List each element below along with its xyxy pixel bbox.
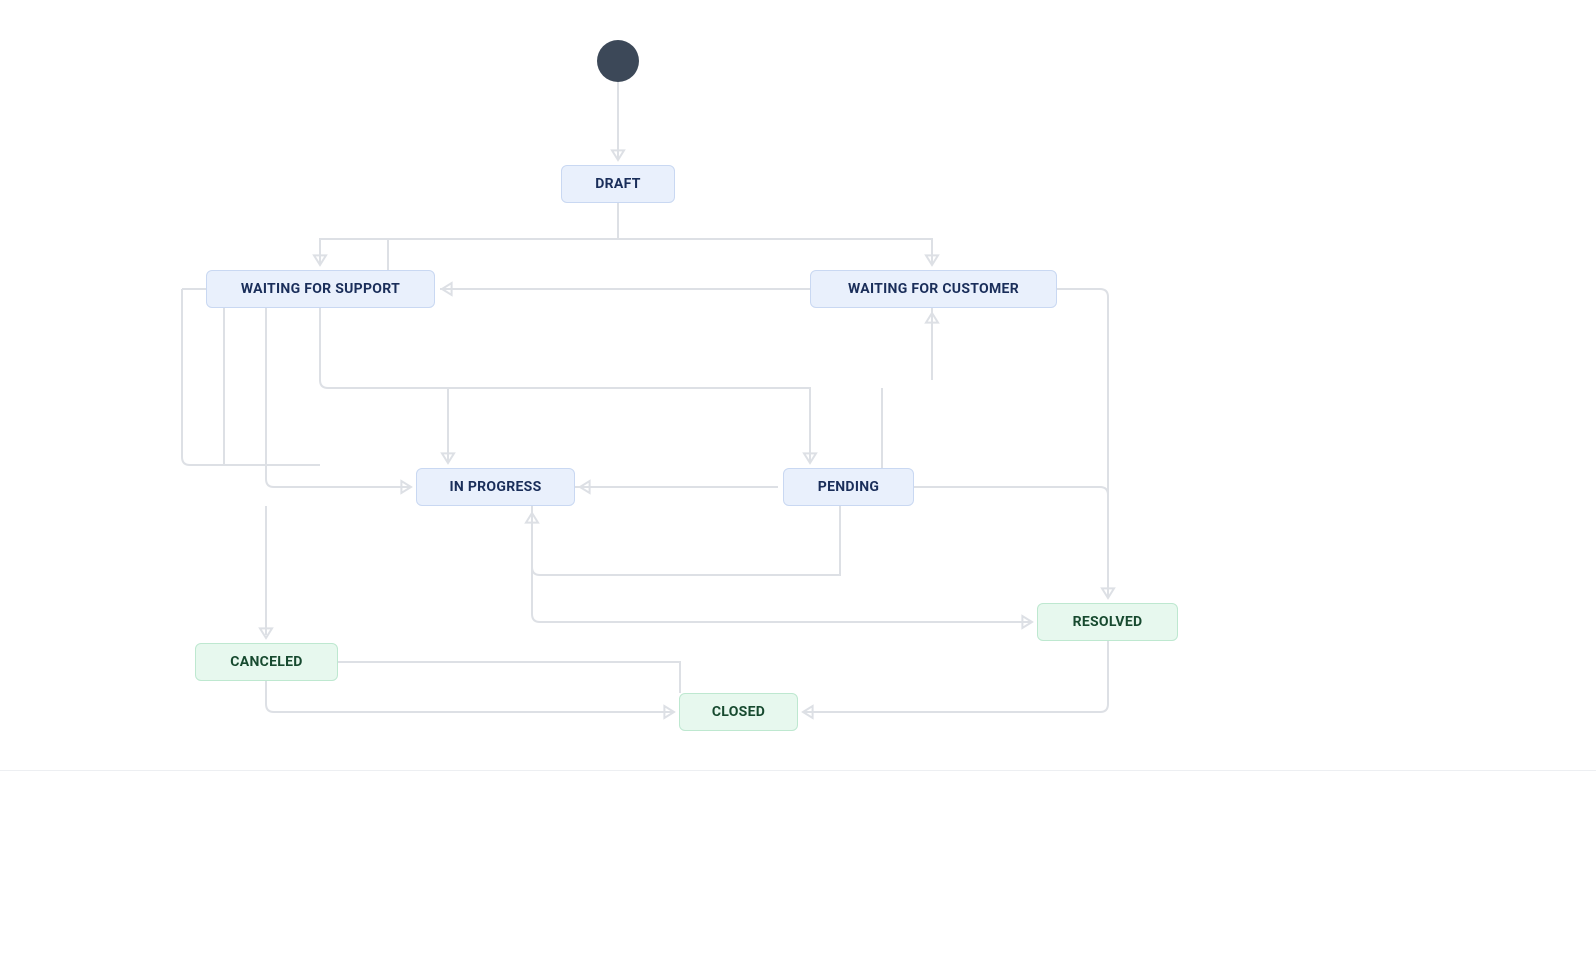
- node-closed[interactable]: CLOSED: [679, 693, 798, 731]
- node-canceled[interactable]: CANCELED: [195, 643, 338, 681]
- start-node: [597, 40, 639, 82]
- node-label: CANCELED: [230, 654, 302, 670]
- node-label: WAITING FOR SUPPORT: [241, 281, 400, 297]
- bottom-separator: [0, 770, 1596, 771]
- node-in-progress[interactable]: IN PROGRESS: [416, 468, 575, 506]
- node-label: RESOLVED: [1073, 614, 1143, 630]
- node-waiting-for-support[interactable]: WAITING FOR SUPPORT: [206, 270, 435, 308]
- node-pending[interactable]: PENDING: [783, 468, 914, 506]
- workflow-diagram: DRAFT WAITING FOR SUPPORT WAITING FOR CU…: [0, 0, 1596, 978]
- node-label: WAITING FOR CUSTOMER: [848, 281, 1019, 297]
- node-label: DRAFT: [595, 176, 640, 192]
- node-label: IN PROGRESS: [449, 479, 541, 495]
- node-draft[interactable]: DRAFT: [561, 165, 675, 203]
- node-waiting-for-customer[interactable]: WAITING FOR CUSTOMER: [810, 270, 1057, 308]
- node-label: PENDING: [818, 479, 880, 495]
- node-resolved[interactable]: RESOLVED: [1037, 603, 1178, 641]
- node-label: CLOSED: [712, 704, 765, 720]
